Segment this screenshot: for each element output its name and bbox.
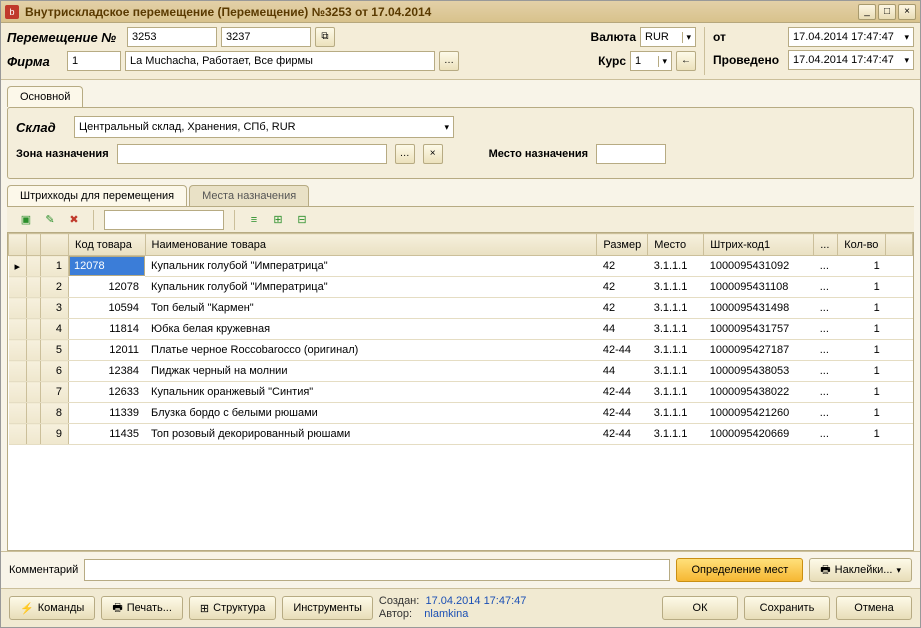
zone-lookup-button[interactable]: … (395, 144, 415, 164)
table-row[interactable]: 212078Купальник голубой "Императрица"423… (9, 277, 913, 298)
tools-button[interactable]: Инструменты (282, 596, 373, 620)
move-no-1-input[interactable] (127, 27, 217, 47)
chevron-down-icon: ▾ (682, 32, 691, 43)
col-place[interactable]: Место (648, 234, 704, 256)
place-label: Место назначения (489, 148, 588, 160)
col-code[interactable]: Код товара (69, 234, 146, 256)
comment-bar: Комментарий Определение мест 🖶Наклейки..… (1, 551, 920, 588)
lightning-icon: ⚡ (20, 602, 34, 615)
meta-info: Создан: 17.04.2014 17:47:47 Автор: nlamk… (379, 595, 656, 621)
date-from[interactable]: 17.04.2014 17:47:47▾ (788, 27, 914, 47)
currency-label: Валюта (591, 30, 636, 44)
col-qty[interactable]: Кол-во (838, 234, 886, 256)
tabstrip-sub: Штрихкоды для перемещения Места назначен… (1, 185, 920, 206)
add-icon[interactable]: ▣ (17, 211, 35, 229)
maximize-button[interactable]: □ (878, 4, 896, 20)
tool-3-icon[interactable]: ⊟ (293, 211, 311, 229)
firm-code-input[interactable] (67, 51, 121, 71)
chevron-down-icon: ▾ (896, 565, 901, 576)
window-title: Внутрискладское перемещение (Перемещение… (25, 5, 858, 19)
print-button[interactable]: 🖶Печать... (101, 596, 183, 620)
rate-input[interactable]: 1▾ (630, 51, 672, 71)
rate-label: Курс (598, 54, 626, 68)
tab-places[interactable]: Места назначения (189, 185, 309, 206)
filter-input[interactable] (104, 210, 224, 230)
zone-input[interactable] (117, 144, 387, 164)
date-conducted[interactable]: 17.04.2014 17:47:47▾ (788, 50, 914, 70)
minimize-button[interactable]: _ (858, 4, 876, 20)
table-row[interactable]: 310594Топ белый "Кармен"423.1.1.11000095… (9, 298, 913, 319)
delete-icon[interactable]: ✖ (65, 211, 83, 229)
firm-label: Фирма (7, 54, 63, 69)
currency-select[interactable]: RUR▾ (640, 27, 696, 47)
chevron-down-icon: ▾ (904, 32, 909, 43)
zone-label: Зона назначения (16, 148, 109, 160)
spinner-icon: ▾ (658, 56, 667, 67)
tree-icon: ⊞ (200, 602, 209, 615)
window: b Внутрискладское перемещение (Перемещен… (0, 0, 921, 628)
header: Перемещение № ⧉ Фирма … Валюта RUR▾ Курс… (1, 23, 920, 80)
place-input[interactable] (596, 144, 666, 164)
warehouse-panel: Склад Центральный склад, Хранения, СПб, … (7, 107, 914, 179)
commands-button[interactable]: ⚡Команды (9, 596, 95, 620)
from-label: от (713, 30, 785, 44)
data-table[interactable]: Код товара Наименование товара Размер Ме… (7, 232, 914, 551)
comment-input[interactable] (84, 559, 670, 581)
col-more[interactable]: ... (814, 234, 838, 256)
stickers-button[interactable]: 🖶Наклейки...▾ (809, 558, 912, 582)
printer-icon: 🖶 (112, 599, 122, 618)
zone-clear-button[interactable]: × (423, 144, 443, 164)
tab-main[interactable]: Основной (7, 86, 83, 107)
titlebar: b Внутрискладское перемещение (Перемещен… (1, 1, 920, 23)
bottom-toolbar: ⚡Команды 🖶Печать... ⊞Структура Инструмен… (1, 588, 920, 627)
close-button[interactable]: × (898, 4, 916, 20)
edit-icon[interactable]: ✎ (41, 211, 59, 229)
warehouse-select[interactable]: Центральный склад, Хранения, СПб, RUR▾ (74, 116, 454, 138)
move-no-label: Перемещение № (7, 30, 123, 45)
chevron-down-icon: ▾ (444, 122, 449, 133)
table-row[interactable]: 811339Блузка бордо с белыми рюшами42-443… (9, 403, 913, 424)
comment-label: Комментарий (9, 564, 78, 576)
move-no-2-input[interactable] (221, 27, 311, 47)
firm-name-input[interactable] (125, 51, 435, 71)
define-places-button[interactable]: Определение мест (676, 558, 803, 582)
tool-1-icon[interactable]: ≡ (245, 211, 263, 229)
col-name[interactable]: Наименование товара (145, 234, 597, 256)
col-size[interactable]: Размер (597, 234, 648, 256)
app-icon: b (5, 5, 19, 19)
tool-2-icon[interactable]: ⊞ (269, 211, 287, 229)
rate-back-button[interactable]: ← (676, 51, 696, 71)
save-button[interactable]: Сохранить (744, 596, 830, 620)
firm-lookup-button[interactable]: … (439, 51, 459, 71)
cancel-button[interactable]: Отмена (836, 596, 912, 620)
table-toolbar: ▣ ✎ ✖ ≡ ⊞ ⊟ (7, 206, 914, 232)
conducted-label: Проведено (713, 53, 785, 67)
printer-icon: 🖶 (820, 561, 830, 580)
table-row[interactable]: 612384Пиджак черный на молнии443.1.1.110… (9, 361, 913, 382)
col-barcode[interactable]: Штрих-код1 (704, 234, 814, 256)
copy-button[interactable]: ⧉ (315, 27, 335, 47)
chevron-down-icon: ▾ (904, 55, 909, 66)
table-row[interactable]: 512011Платье черное Roccobarocco (оригин… (9, 340, 913, 361)
tabstrip-main: Основной (1, 80, 920, 107)
warehouse-label: Склад (16, 120, 66, 135)
table-row[interactable]: 411814Юбка белая кружевная443.1.1.110000… (9, 319, 913, 340)
ok-button[interactable]: ОК (662, 596, 738, 620)
table-row[interactable]: ▸112078Купальник голубой "Императрица"42… (9, 256, 913, 277)
table-row[interactable]: 911435Топ розовый декорированный рюшами4… (9, 424, 913, 445)
structure-button[interactable]: ⊞Структура (189, 596, 276, 620)
table-row[interactable]: 712633Купальник оранжевый "Синтия"42-443… (9, 382, 913, 403)
tab-barcodes[interactable]: Штрихкоды для перемещения (7, 185, 187, 206)
